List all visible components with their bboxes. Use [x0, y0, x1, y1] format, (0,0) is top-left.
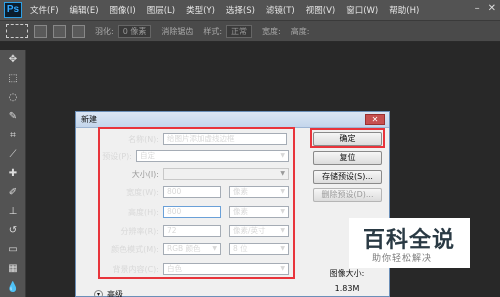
brush-icon[interactable]: ✐ [0, 183, 26, 202]
image-size-label: 图像大小: [329, 269, 365, 278]
style-label: 样式: [203, 26, 223, 36]
photoshop-logo: Ps [4, 2, 22, 18]
highlight-fields-box [98, 127, 295, 279]
dialog-title: 新建 [76, 112, 389, 128]
menu-window[interactable]: 窗口(W) [346, 4, 378, 16]
new-selection-icon[interactable] [34, 24, 47, 38]
crop-icon[interactable]: ⌗ [0, 126, 26, 145]
antialias-checkbox[interactable]: 消除锯齿 [161, 26, 193, 37]
gradient-icon[interactable]: ▦ [0, 259, 26, 278]
tools-panel: ✥ ⬚ ◌ ✎ ⌗ ⟋ ✚ ✐ ⊥ ↺ ▭ ▦ 💧 [0, 50, 26, 297]
history-brush-icon[interactable]: ↺ [0, 221, 26, 240]
reset-button[interactable]: 复位 [313, 151, 382, 165]
quick-select-icon[interactable]: ✎ [0, 107, 26, 126]
eraser-icon[interactable]: ▭ [0, 240, 26, 259]
blur-icon[interactable]: 💧 [0, 278, 26, 297]
image-size-value: 1.83M [334, 284, 360, 293]
menu-file[interactable]: 文件(F) [30, 4, 59, 16]
marquee-tool-icon[interactable] [6, 24, 28, 38]
advanced-label: 高级 [107, 290, 123, 297]
highlight-ok-box [310, 128, 385, 148]
width-option-label: 宽度: [262, 26, 281, 36]
menu-edit[interactable]: 编辑(E) [70, 4, 99, 16]
save-preset-button[interactable]: 存储预设(S)... [313, 170, 382, 184]
window-controls: – ✕ [475, 3, 496, 14]
watermark-title: 百科全说 [363, 228, 456, 253]
watermark-subtitle: 助你轻松解决 [372, 254, 433, 264]
feather-input[interactable]: 0 像素 [117, 24, 152, 38]
chevron-down-icon: ▾ [94, 290, 103, 297]
stamp-icon[interactable]: ⊥ [0, 202, 26, 221]
watermark: 百科全说 助你轻松解决 [349, 218, 470, 268]
menu-image[interactable]: 图像(I) [110, 4, 136, 16]
add-selection-icon[interactable] [53, 24, 66, 38]
menu-type[interactable]: 类型(Y) [186, 4, 215, 16]
image-size-info: 图像大小: 1.83M [312, 268, 382, 293]
menu-select[interactable]: 选择(S) [226, 4, 255, 16]
feather-label: 羽化: [95, 26, 114, 36]
advanced-toggle[interactable]: ▾ 高级 [94, 289, 123, 297]
menu-layer[interactable]: 图层(L) [147, 4, 175, 16]
lasso-icon[interactable]: ◌ [0, 88, 26, 107]
style-select[interactable]: 正常 [226, 24, 253, 38]
subtract-selection-icon[interactable] [72, 24, 85, 38]
eyedropper-icon[interactable]: ⟋ [0, 145, 26, 164]
menu-filter[interactable]: 滤镜(T) [266, 4, 295, 16]
menu-help[interactable]: 帮助(H) [389, 4, 419, 16]
move-tool-icon[interactable]: ✥ [0, 50, 26, 69]
menu-view[interactable]: 视图(V) [306, 4, 335, 16]
delete-preset-button: 删除预设(D)... [313, 188, 382, 202]
healing-icon[interactable]: ✚ [0, 164, 26, 183]
menu-items: 文件(F) 编辑(E) 图像(I) 图层(L) 类型(Y) 选择(S) 滤镜(T… [30, 4, 430, 16]
minimize-icon[interactable]: – [475, 3, 480, 14]
height-option-label: 高度: [290, 26, 310, 36]
options-bar: 羽化: 0 像素 消除锯齿 样式: 正常 宽度: 高度: [0, 20, 500, 42]
close-window-icon[interactable]: ✕ [488, 3, 496, 14]
marquee-icon[interactable]: ⬚ [0, 69, 26, 88]
menu-bar: Ps 文件(F) 编辑(E) 图像(I) 图层(L) 类型(Y) 选择(S) 滤… [0, 0, 500, 20]
dialog-close-button[interactable]: ✕ [365, 114, 385, 125]
